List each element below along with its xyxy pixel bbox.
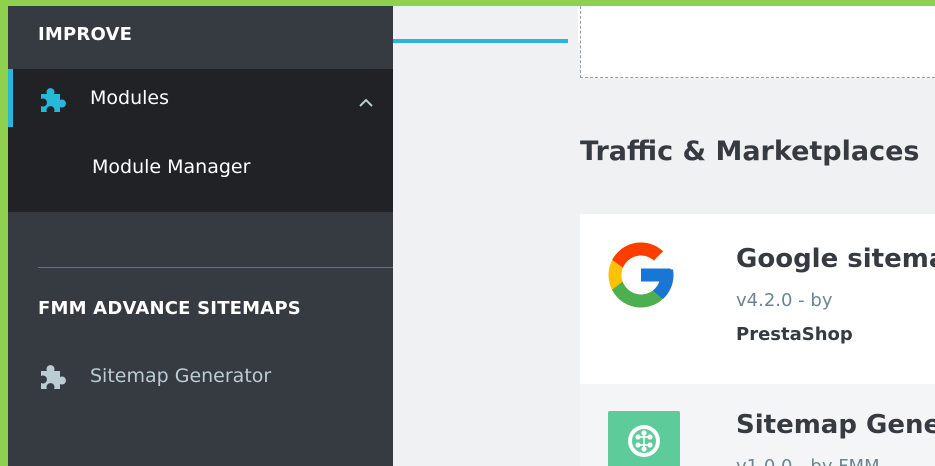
tab-active[interactable]: [393, 6, 568, 39]
module-version: v4.2.0 - by: [736, 290, 833, 311]
active-indicator: [8, 69, 13, 127]
app-frame: IMPROVE Modules Module Manager FMM ADVAN…: [8, 6, 935, 466]
sidebar-item-modules[interactable]: Modules: [8, 69, 393, 127]
tab-active-underline: [393, 39, 568, 43]
section-title-improve: IMPROVE: [38, 24, 133, 45]
modules-menu: Modules Module Manager: [8, 69, 393, 212]
chevron-up-icon[interactable]: [358, 93, 374, 112]
sidebar-divider: [38, 267, 393, 268]
sidebar-subitem-module-manager[interactable]: Module Manager: [92, 156, 250, 178]
puzzle-icon: [38, 85, 68, 117]
sitemap-logo-icon: [608, 411, 680, 466]
module-card-sitemap-generator[interactable]: Sitemap Generator v1.0.0 - by FMM: [580, 384, 935, 466]
section-title-fmm: FMM ADVANCE SITEMAPS: [38, 298, 301, 319]
main-content: Traffic & Marketplaces Google sitemap v4…: [393, 6, 935, 466]
sidebar-item-sitemap-generator-label: Sitemap Generator: [90, 365, 272, 387]
sidebar-item-sitemap-generator[interactable]: Sitemap Generator: [8, 356, 393, 400]
sidebar-item-modules-label: Modules: [90, 87, 169, 109]
category-title: Traffic & Marketplaces: [580, 136, 920, 167]
module-card-google-sitemap[interactable]: Google sitemap v4.2.0 - by PrestaShop: [580, 214, 935, 384]
module-author: PrestaShop: [736, 324, 853, 345]
dropzone-box: [580, 6, 935, 78]
module-name[interactable]: Google sitemap: [736, 244, 935, 274]
puzzle-icon: [38, 362, 68, 394]
sidebar: IMPROVE Modules Module Manager FMM ADVAN…: [8, 6, 393, 466]
google-logo-icon: [602, 236, 680, 318]
module-name[interactable]: Sitemap Generator: [736, 410, 935, 440]
module-version: v1.0.0 - by FMM: [736, 456, 880, 466]
